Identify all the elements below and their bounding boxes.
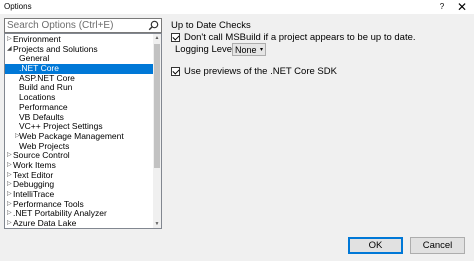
scroll-down-icon[interactable]: ▼	[153, 220, 161, 228]
use-previews-row[interactable]: Use previews of the .NET Core SDK	[171, 66, 337, 77]
title-bar: Options ? ✕	[0, 0, 474, 14]
logging-level-value: None	[235, 45, 257, 55]
window-title: Options	[4, 2, 32, 11]
chevron-down-icon: ▾	[259, 47, 263, 53]
dont-call-msbuild-row[interactable]: Don't call MSBuild if a project appears …	[171, 32, 416, 43]
section-title: Up to Date Checks	[171, 20, 251, 31]
use-previews-checkbox[interactable]	[171, 67, 180, 76]
scroll-up-icon[interactable]: ▲	[153, 34, 161, 42]
options-tree: ▷ Environment ◢ Projects and Solutions Gener…	[4, 33, 162, 229]
logging-level-dropdown[interactable]: None ▾	[232, 43, 266, 56]
dont-call-msbuild-checkbox[interactable]	[171, 33, 180, 42]
tree-item[interactable]: ▷ Azure Data Lake	[5, 218, 155, 229]
help-button[interactable]: ?	[434, 0, 450, 14]
options-tree-list: ▷ Environment ◢ Projects and Solutions Gener…	[5, 34, 155, 229]
tree-scrollbar[interactable]: ▲ ▼	[153, 34, 161, 228]
ok-button[interactable]: OK	[348, 237, 403, 254]
search-icon[interactable]	[148, 20, 159, 31]
use-previews-label: Use previews of the .NET Core SDK	[184, 66, 337, 77]
search-input[interactable]	[7, 19, 145, 32]
tree-item-label: Azure Data Lake	[13, 218, 77, 229]
close-button[interactable]: ✕	[452, 0, 472, 14]
logging-level-label: Logging Level:	[175, 44, 237, 55]
cancel-button[interactable]: Cancel	[410, 237, 465, 254]
dont-call-msbuild-label: Don't call MSBuild if a project appears …	[184, 32, 416, 43]
logging-level-row: Logging Level:	[175, 44, 237, 55]
search-box[interactable]	[4, 18, 162, 33]
dialog-footer: OK Cancel	[0, 233, 474, 261]
scroll-thumb[interactable]	[154, 44, 160, 168]
